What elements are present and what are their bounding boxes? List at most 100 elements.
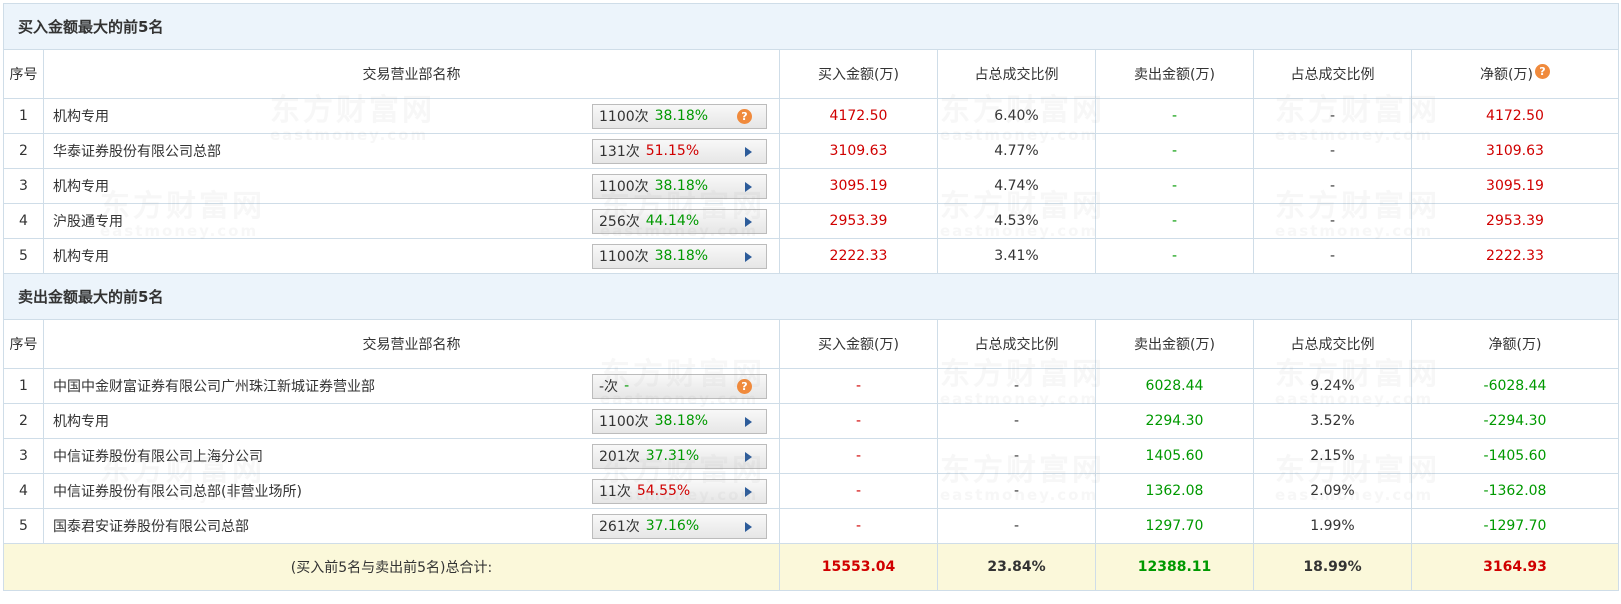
expand-arrow-icon[interactable] [745, 521, 752, 532]
sell-amount: 2294.30 [1095, 403, 1254, 439]
list-times: 256次 [599, 214, 640, 230]
col-header-net: 净额(万) [1411, 319, 1619, 369]
branch-name-link[interactable]: 国泰君安证券股份有限公司总部 [53, 516, 249, 536]
total-label: (买入前5名与卖出前5名)总合计: [3, 543, 780, 591]
table-row: 1 中国中金财富证券有限公司广州珠江新城证券营业部 -次 -? - -6028.44 9.2… [3, 368, 1619, 404]
list-times: 1100次 [599, 179, 649, 195]
expand-arrow-icon[interactable] [745, 251, 752, 262]
row-index: 4 [3, 473, 44, 509]
help-icon[interactable]: ? [737, 378, 752, 394]
rise-rate: 38.18% [654, 108, 709, 124]
col-header-sell-ratio: 占总成交比例 [1253, 319, 1412, 369]
branch-name-link[interactable]: 中国中金财富证券有限公司广州珠江新城证券营业部 [53, 376, 375, 396]
buy-amount: 4172.50 [779, 98, 938, 134]
list-times: 131次 [599, 144, 640, 160]
sell-ratio: - [1253, 98, 1412, 134]
branch-stat-button[interactable]: 1100次 38.18%? [592, 103, 767, 129]
net-amount: -6028.44 [1411, 368, 1619, 404]
sell-amount: - [1095, 238, 1254, 274]
net-amount: -1405.60 [1411, 438, 1619, 474]
branch-stat-button[interactable]: 201次 37.31% [592, 443, 767, 469]
col-header-net: 净额(万)? [1411, 49, 1619, 99]
row-index: 2 [3, 133, 44, 169]
buy-amount: - [779, 508, 938, 544]
net-amount: 3095.19 [1411, 168, 1619, 204]
branch-name-link[interactable]: 机构专用 [53, 246, 109, 266]
help-icon[interactable]: ? [1534, 64, 1550, 79]
total-row: (买入前5名与卖出前5名)总合计: 15553.04 23.84% 12388.… [3, 543, 1619, 591]
list-times: 1100次 [599, 249, 649, 265]
list-times: 1100次 [599, 109, 649, 125]
expand-arrow-icon[interactable] [745, 146, 752, 157]
expand-arrow-icon[interactable] [745, 181, 752, 192]
buy-ratio: 4.74% [937, 168, 1096, 204]
branch-name-cell: 沪股通专用 256次 44.14% [43, 203, 780, 239]
row-index: 1 [3, 368, 44, 404]
branch-name-cell: 机构专用 1100次 38.18% [43, 168, 780, 204]
total-buy-ratio: 23.84% [937, 543, 1096, 591]
sell-section-header-row: 卖出金额最大的前5名 [3, 273, 1619, 320]
branch-name-link[interactable]: 中信证券股份有限公司总部(非营业场所) [53, 481, 302, 501]
branch-name-link[interactable]: 中信证券股份有限公司上海分公司 [53, 446, 263, 466]
sell-ratio: - [1253, 133, 1412, 169]
buy-amount: 2953.39 [779, 203, 938, 239]
branch-name-link[interactable]: 机构专用 [53, 411, 109, 431]
expand-arrow-icon[interactable] [745, 486, 752, 497]
sell-ratio: 2.15% [1253, 438, 1412, 474]
branch-name-cell: 中信证券股份有限公司总部(非营业场所) 11次 54.55% [43, 473, 780, 509]
sell-section-title: 卖出金额最大的前5名 [3, 273, 1619, 320]
branch-stat-button[interactable]: 256次 44.14% [592, 208, 767, 234]
rise-rate: 38.18% [654, 248, 709, 264]
branch-stat-button[interactable]: -次 -? [592, 373, 767, 399]
branch-name-link[interactable]: 机构专用 [53, 106, 109, 126]
expand-arrow-icon[interactable] [745, 216, 752, 227]
branch-name-cell: 中信证券股份有限公司上海分公司 201次 37.31% [43, 438, 780, 474]
col-header-buy: 买入金额(万) [779, 49, 938, 99]
branch-name-cell: 中国中金财富证券有限公司广州珠江新城证券营业部 -次 -? [43, 368, 780, 404]
col-header-name: 交易营业部名称 [43, 319, 780, 369]
branch-stat-button[interactable]: 131次 51.15% [592, 138, 767, 164]
net-amount: -1297.70 [1411, 508, 1619, 544]
sell-ratio: - [1253, 168, 1412, 204]
expand-arrow-icon[interactable] [745, 451, 752, 462]
col-header-net-label: 净额(万) [1480, 67, 1533, 83]
col-header-name: 交易营业部名称 [43, 49, 780, 99]
total-buy: 15553.04 [779, 543, 938, 591]
net-amount: 4172.50 [1411, 98, 1619, 134]
row-index: 5 [3, 508, 44, 544]
buy-ratio: 6.40% [937, 98, 1096, 134]
col-header-sell: 卖出金额(万) [1095, 319, 1254, 369]
buy-ratio: - [937, 508, 1096, 544]
expand-arrow-icon[interactable] [745, 416, 752, 427]
branch-stat-button[interactable]: 261次 37.16% [592, 513, 767, 539]
col-header-buy-ratio: 占总成交比例 [937, 319, 1096, 369]
table-row: 5 机构专用 1100次 38.18% 2222.33 3.41% - -2222.33 [3, 238, 1619, 274]
row-index: 4 [3, 203, 44, 239]
help-icon[interactable]: ? [737, 108, 752, 124]
col-header-index: 序号 [3, 319, 44, 369]
branch-name-cell: 机构专用 1100次 38.18% [43, 238, 780, 274]
rise-rate: 54.55% [636, 483, 691, 499]
rise-rate: 37.16% [645, 518, 700, 534]
rise-rate: 37.31% [645, 448, 700, 464]
branch-name-link[interactable]: 机构专用 [53, 176, 109, 196]
total-sell-ratio: 18.99% [1253, 543, 1412, 591]
col-header-buy-ratio: 占总成交比例 [937, 49, 1096, 99]
dragon-tiger-table: 买入金额最大的前5名 序号 交易营业部名称 买入金额(万) 占总成交比例 卖出金… [3, 3, 1619, 591]
branch-stat-button[interactable]: 1100次 38.18% [592, 408, 767, 434]
branch-stat-button[interactable]: 11次 54.55% [592, 478, 767, 504]
branch-name-link[interactable]: 沪股通专用 [53, 211, 123, 231]
branch-stat-button[interactable]: 1100次 38.18% [592, 173, 767, 199]
branch-name-cell: 机构专用 1100次 38.18%? [43, 98, 780, 134]
table-row: 3 机构专用 1100次 38.18% 3095.19 4.74% - -3095.19 [3, 168, 1619, 204]
rise-rate: 44.14% [645, 213, 700, 229]
table-row: 4 中信证券股份有限公司总部(非营业场所) 11次 54.55% - -1362.08 2.… [3, 473, 1619, 509]
branch-stat-button[interactable]: 1100次 38.18% [592, 243, 767, 269]
net-amount: -2294.30 [1411, 403, 1619, 439]
col-header-buy: 买入金额(万) [779, 319, 938, 369]
col-header-sell-ratio: 占总成交比例 [1253, 49, 1412, 99]
list-times: 261次 [599, 519, 640, 535]
branch-name-link[interactable]: 华泰证券股份有限公司总部 [53, 141, 221, 161]
rise-rate: - [624, 378, 630, 394]
buy-ratio: 3.41% [937, 238, 1096, 274]
